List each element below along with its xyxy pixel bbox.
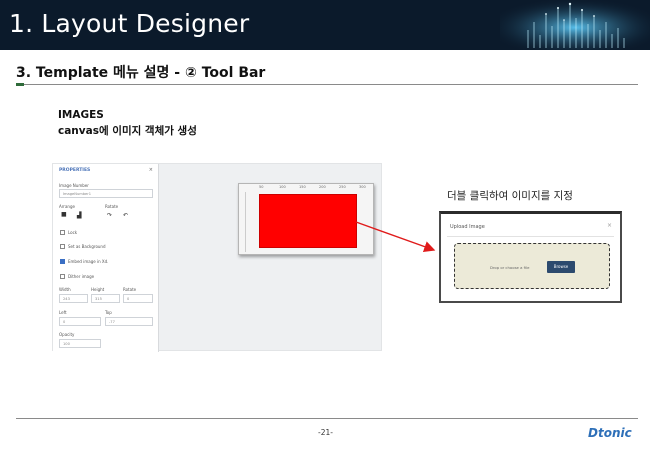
data-sparkle-graphic — [500, 0, 650, 50]
file-dropzone[interactable]: Drop or choose a file Browse — [454, 243, 610, 289]
close-icon[interactable]: × — [607, 222, 612, 229]
lock-label: Lock — [68, 230, 78, 235]
embed-image-label: Embed image in Xd. — [68, 259, 109, 264]
properties-panel: PROPERTIES × Image Number ImageNumber1 A… — [53, 164, 159, 352]
browse-button[interactable]: Browse — [547, 261, 575, 273]
height-input[interactable]: 315 — [91, 294, 120, 303]
opacity-input[interactable]: 100 — [59, 339, 101, 348]
dither-image-checkbox[interactable] — [60, 274, 65, 279]
section-subtitle: 3. Template 메뉴 설명 - ② Tool Bar — [16, 65, 266, 81]
opacity-label: Opacity — [59, 332, 75, 337]
image-object[interactable] — [259, 194, 357, 248]
header-banner: 1. Layout Designer — [0, 0, 650, 50]
ruler-tick: 100 — [279, 185, 286, 189]
rotate-field-label: Rotate — [123, 287, 137, 292]
width-input[interactable]: 243 — [59, 294, 88, 303]
page-title: 1. Layout Designer — [9, 9, 250, 38]
set-background-checkbox[interactable] — [60, 244, 65, 249]
footer-divider — [16, 418, 638, 419]
rotate-label: Rotate — [105, 204, 119, 209]
vertical-ruler — [240, 192, 246, 252]
ruler-tick: 300 — [359, 185, 366, 189]
dialog-title: Upload Image — [450, 224, 485, 230]
lock-checkbox[interactable] — [60, 230, 65, 235]
arrange-label: Arrange — [59, 204, 75, 209]
top-label: Top — [105, 310, 112, 315]
horizontal-ruler: 50 100 150 200 250 300 — [249, 185, 371, 190]
double-click-instruction: 더블 클릭하여 이미지를 지정 — [447, 190, 573, 202]
image-number-input[interactable]: ImageNumber1 — [59, 189, 153, 198]
embed-image-checkbox[interactable] — [60, 259, 65, 264]
rotate-left-icon[interactable]: ↶ — [123, 212, 128, 219]
set-background-label: Set as Background — [68, 244, 106, 249]
rotate-right-icon[interactable]: ↷ — [107, 212, 112, 219]
ruler-tick: 250 — [339, 185, 346, 189]
dialog-divider — [447, 236, 614, 237]
caption-images: IMAGES — [58, 109, 104, 121]
ruler-tick: 50 — [259, 185, 264, 189]
caption-description: canvas에 이미지 객체가 생성 — [58, 125, 197, 137]
top-input[interactable]: -77 — [105, 317, 153, 326]
upload-image-dialog: Upload Image × Drop or choose a file Bro… — [439, 211, 622, 303]
height-label: Height — [91, 287, 105, 292]
design-canvas[interactable]: 50 100 150 200 250 300 — [238, 183, 374, 255]
left-label: Left — [59, 310, 67, 315]
dropzone-text: Drop or choose a file — [490, 265, 530, 270]
page-number: -21- — [318, 428, 333, 437]
rotate-input[interactable]: 0 — [123, 294, 153, 303]
company-logo: Dtonic — [588, 426, 632, 440]
dither-image-label: Dither image — [68, 274, 95, 279]
ruler-tick: 150 — [299, 185, 306, 189]
ruler-tick: 200 — [319, 185, 326, 189]
bring-front-icon[interactable]: ■ — [61, 211, 67, 218]
subtitle-divider — [16, 84, 638, 85]
close-icon[interactable]: × — [149, 167, 153, 173]
editor-screenshot: PROPERTIES × Image Number ImageNumber1 A… — [52, 163, 382, 352]
properties-title: PROPERTIES — [59, 168, 91, 173]
left-input[interactable]: 0 — [59, 317, 101, 326]
send-back-icon[interactable]: ▟ — [77, 212, 82, 219]
width-label: Width — [59, 287, 71, 292]
image-number-label: Image Number — [59, 183, 89, 188]
subtitle-accent-mark — [16, 83, 24, 86]
